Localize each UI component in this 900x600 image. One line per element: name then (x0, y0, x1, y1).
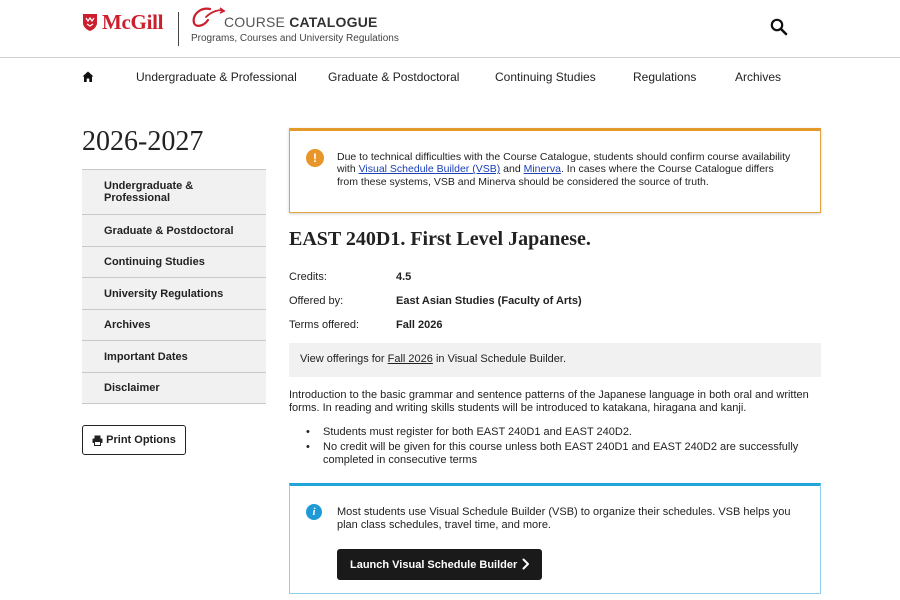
print-options-label: Print Options (106, 434, 176, 446)
site-header: McGill COURSE CATALOGUE Programs, Course… (0, 0, 900, 58)
main-nav: Undergraduate & Professional Graduate & … (0, 59, 900, 97)
sidebar-item-university-regulations[interactable]: University Regulations (82, 277, 266, 309)
print-options-button[interactable]: Print Options (82, 425, 186, 455)
sidebar-item-archives[interactable]: Archives (82, 309, 266, 340)
offerings-box: View offerings for Fall 2026 in Visual S… (289, 343, 821, 377)
sidebar-item-label: Archives (104, 319, 151, 331)
sidebar-item-label: Undergraduate & Professional (104, 180, 194, 204)
sidebar-item-undergraduate[interactable]: Undergraduate & Professional (82, 169, 266, 214)
vsb-link[interactable]: Visual Schedule Builder (VSB) (359, 163, 501, 175)
catalogue-title-course: COURSE (224, 14, 286, 30)
offered-by-value: East Asian Studies (Faculty of Arts) (396, 295, 582, 307)
catalogue-logo-swoosh-icon (192, 7, 226, 27)
catalogue-title-catalogue: CATALOGUE (289, 14, 378, 30)
nav-item-archives[interactable]: Archives (735, 70, 781, 84)
sidebar-item-disclaimer[interactable]: Disclaimer (82, 372, 266, 404)
sidebar-item-label: Important Dates (104, 350, 188, 363)
nav-item-regulations[interactable]: Regulations (633, 70, 696, 84)
sidebar-item-label: Continuing Studies (104, 256, 205, 268)
home-icon[interactable] (82, 71, 94, 83)
offered-by-label: Offered by: (289, 295, 344, 307)
course-description: Introduction to the basic grammar and se… (289, 389, 809, 414)
terms-offered-label: Terms offered: (289, 319, 360, 331)
sidebar-item-label: University Regulations (104, 287, 224, 300)
credits-label: Credits: (289, 271, 327, 283)
course-notes: Students must register for both EAST 240… (306, 426, 816, 468)
sidebar-item-graduate[interactable]: Graduate & Postdoctoral (82, 214, 266, 246)
logo-divider (178, 12, 179, 46)
technical-difficulties-alert: ! Due to technical difficulties with the… (289, 128, 821, 213)
sidebar-item-important-dates[interactable]: Important Dates (82, 340, 266, 372)
nav-item-continuing-studies[interactable]: Continuing Studies (495, 70, 596, 84)
academic-year-heading: 2026-2027 (82, 126, 204, 157)
vsb-info-box: i Most students use Visual Schedule Buil… (289, 483, 821, 594)
exclamation-icon: ! (306, 149, 324, 167)
course-title: EAST 240D1. First Level Japanese. (289, 228, 591, 250)
nav-item-undergraduate[interactable]: Undergraduate & Professional (136, 70, 297, 84)
minerva-link[interactable]: Minerva (524, 163, 561, 175)
alert-text: Due to technical difficulties with the C… (337, 151, 797, 188)
mcgill-crest-icon (83, 14, 97, 31)
sidebar-nav: Undergraduate & Professional Graduate & … (82, 169, 266, 404)
sidebar-item-continuing-studies[interactable]: Continuing Studies (82, 246, 266, 277)
print-icon (92, 435, 103, 446)
vsb-info-text: Most students use Visual Schedule Builde… (337, 506, 791, 531)
mcgill-logo[interactable]: McGill (82, 10, 163, 35)
course-note: No credit will be given for this course … (306, 441, 816, 467)
launch-vsb-button[interactable]: Launch Visual Schedule Builder (337, 549, 542, 580)
sidebar-item-label: Graduate & Postdoctoral (104, 224, 234, 237)
info-icon: i (306, 504, 322, 520)
brand-name: McGill (102, 10, 164, 34)
catalogue-title[interactable]: COURSE CATALOGUE (224, 14, 378, 30)
alert-text-and: and (500, 163, 524, 176)
offerings-text-after: in Visual Schedule Builder. (432, 353, 567, 365)
course-note: Students must register for both EAST 240… (306, 426, 816, 439)
search-icon[interactable] (769, 17, 789, 37)
catalogue-subtitle: Programs, Courses and University Regulat… (191, 33, 399, 44)
nav-item-graduate[interactable]: Graduate & Postdoctoral (328, 70, 459, 84)
launch-vsb-label: Launch Visual Schedule Builder (350, 558, 518, 571)
offerings-term-link[interactable]: Fall 2026 (388, 353, 433, 365)
sidebar-item-label: Disclaimer (104, 382, 160, 394)
chevron-right-icon (522, 558, 529, 570)
credits-value: 4.5 (396, 271, 412, 283)
offerings-text-before: View offerings for (300, 353, 388, 365)
terms-offered-value: Fall 2026 (396, 319, 443, 331)
